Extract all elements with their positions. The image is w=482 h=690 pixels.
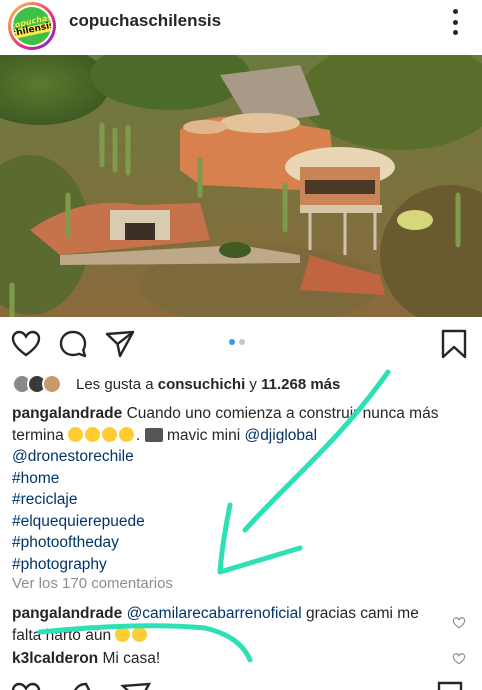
- hashtag[interactable]: #photooftheday: [12, 532, 472, 554]
- mention-dronestorechile[interactable]: @dronestorechile: [12, 446, 472, 468]
- hashtag[interactable]: #elquequierepuede: [12, 511, 472, 533]
- hashtag[interactable]: #photography: [12, 554, 472, 576]
- carousel-dot-active: [229, 339, 235, 345]
- post-caption: pangalandrade Cuando uno comienza a cons…: [12, 403, 472, 575]
- avatar-logo: copuchas chilensis: [9, 3, 55, 49]
- comment-author[interactable]: pangalandrade: [12, 605, 122, 622]
- likes-connector: y: [245, 375, 262, 393]
- comment-author[interactable]: k3lcalderon: [12, 650, 98, 667]
- caption-separator: .: [136, 426, 145, 444]
- laughing-emoji-icon: [119, 426, 134, 442]
- bookmark-icon[interactable]: [438, 328, 470, 360]
- laughing-emoji-icon: [68, 426, 83, 442]
- comment-like-icon[interactable]: [452, 616, 466, 630]
- profile-avatar[interactable]: copuchas chilensis: [8, 2, 56, 50]
- comment-like-icon[interactable]: [452, 652, 466, 666]
- comment-icon[interactable]: [70, 680, 102, 690]
- comment-mention[interactable]: @camilarecabarrenoficial: [127, 605, 302, 622]
- liker-avatar: [42, 374, 62, 394]
- laughing-emoji-icon: [85, 426, 100, 442]
- likes-user[interactable]: consuchichi: [158, 376, 246, 393]
- post-header: copuchas chilensis copuchaschilensis: [0, 0, 482, 50]
- hashtag[interactable]: #reciclaje: [12, 489, 472, 511]
- liker-avatars: [12, 374, 66, 394]
- post-username[interactable]: copuchaschilensis: [69, 11, 221, 31]
- next-post-actions: [0, 676, 482, 690]
- laughing-emoji-icon: [115, 626, 131, 642]
- heart-icon[interactable]: [10, 328, 42, 360]
- likes-row[interactable]: Les gusta a consuchichi y 11.268 más: [12, 373, 340, 395]
- laughing-emoji-icon: [132, 626, 148, 642]
- comment-icon[interactable]: [57, 328, 89, 360]
- likes-prefix: Les gusta a: [76, 375, 154, 393]
- carousel-dot: [239, 339, 245, 345]
- more-options-icon[interactable]: [450, 9, 460, 35]
- likes-count[interactable]: 11.268 más: [261, 376, 340, 393]
- heart-icon[interactable]: [10, 680, 42, 690]
- comment-item: pangalandrade @camilarecabarrenoficial g…: [12, 603, 442, 646]
- photo-image: [0, 55, 482, 317]
- mention-djiglobal[interactable]: @djiglobal: [244, 427, 317, 444]
- caption-author[interactable]: pangalandrade: [12, 405, 122, 422]
- laughing-emoji-icon: [102, 426, 117, 442]
- comment-text: Mi casa!: [102, 650, 161, 667]
- hashtag[interactable]: #home: [12, 468, 472, 490]
- comment-item: k3lcalderon Mi casa!: [12, 648, 442, 670]
- camera-emoji-icon: [144, 427, 163, 442]
- caption-device: mavic mini: [166, 426, 241, 444]
- carousel-indicator: [229, 339, 245, 345]
- share-icon[interactable]: [104, 328, 136, 360]
- bookmark-icon[interactable]: [434, 680, 466, 690]
- post-photo[interactable]: [0, 55, 482, 317]
- share-icon[interactable]: [120, 680, 152, 690]
- view-all-comments-link[interactable]: Ver los 170 comentarios: [12, 575, 173, 592]
